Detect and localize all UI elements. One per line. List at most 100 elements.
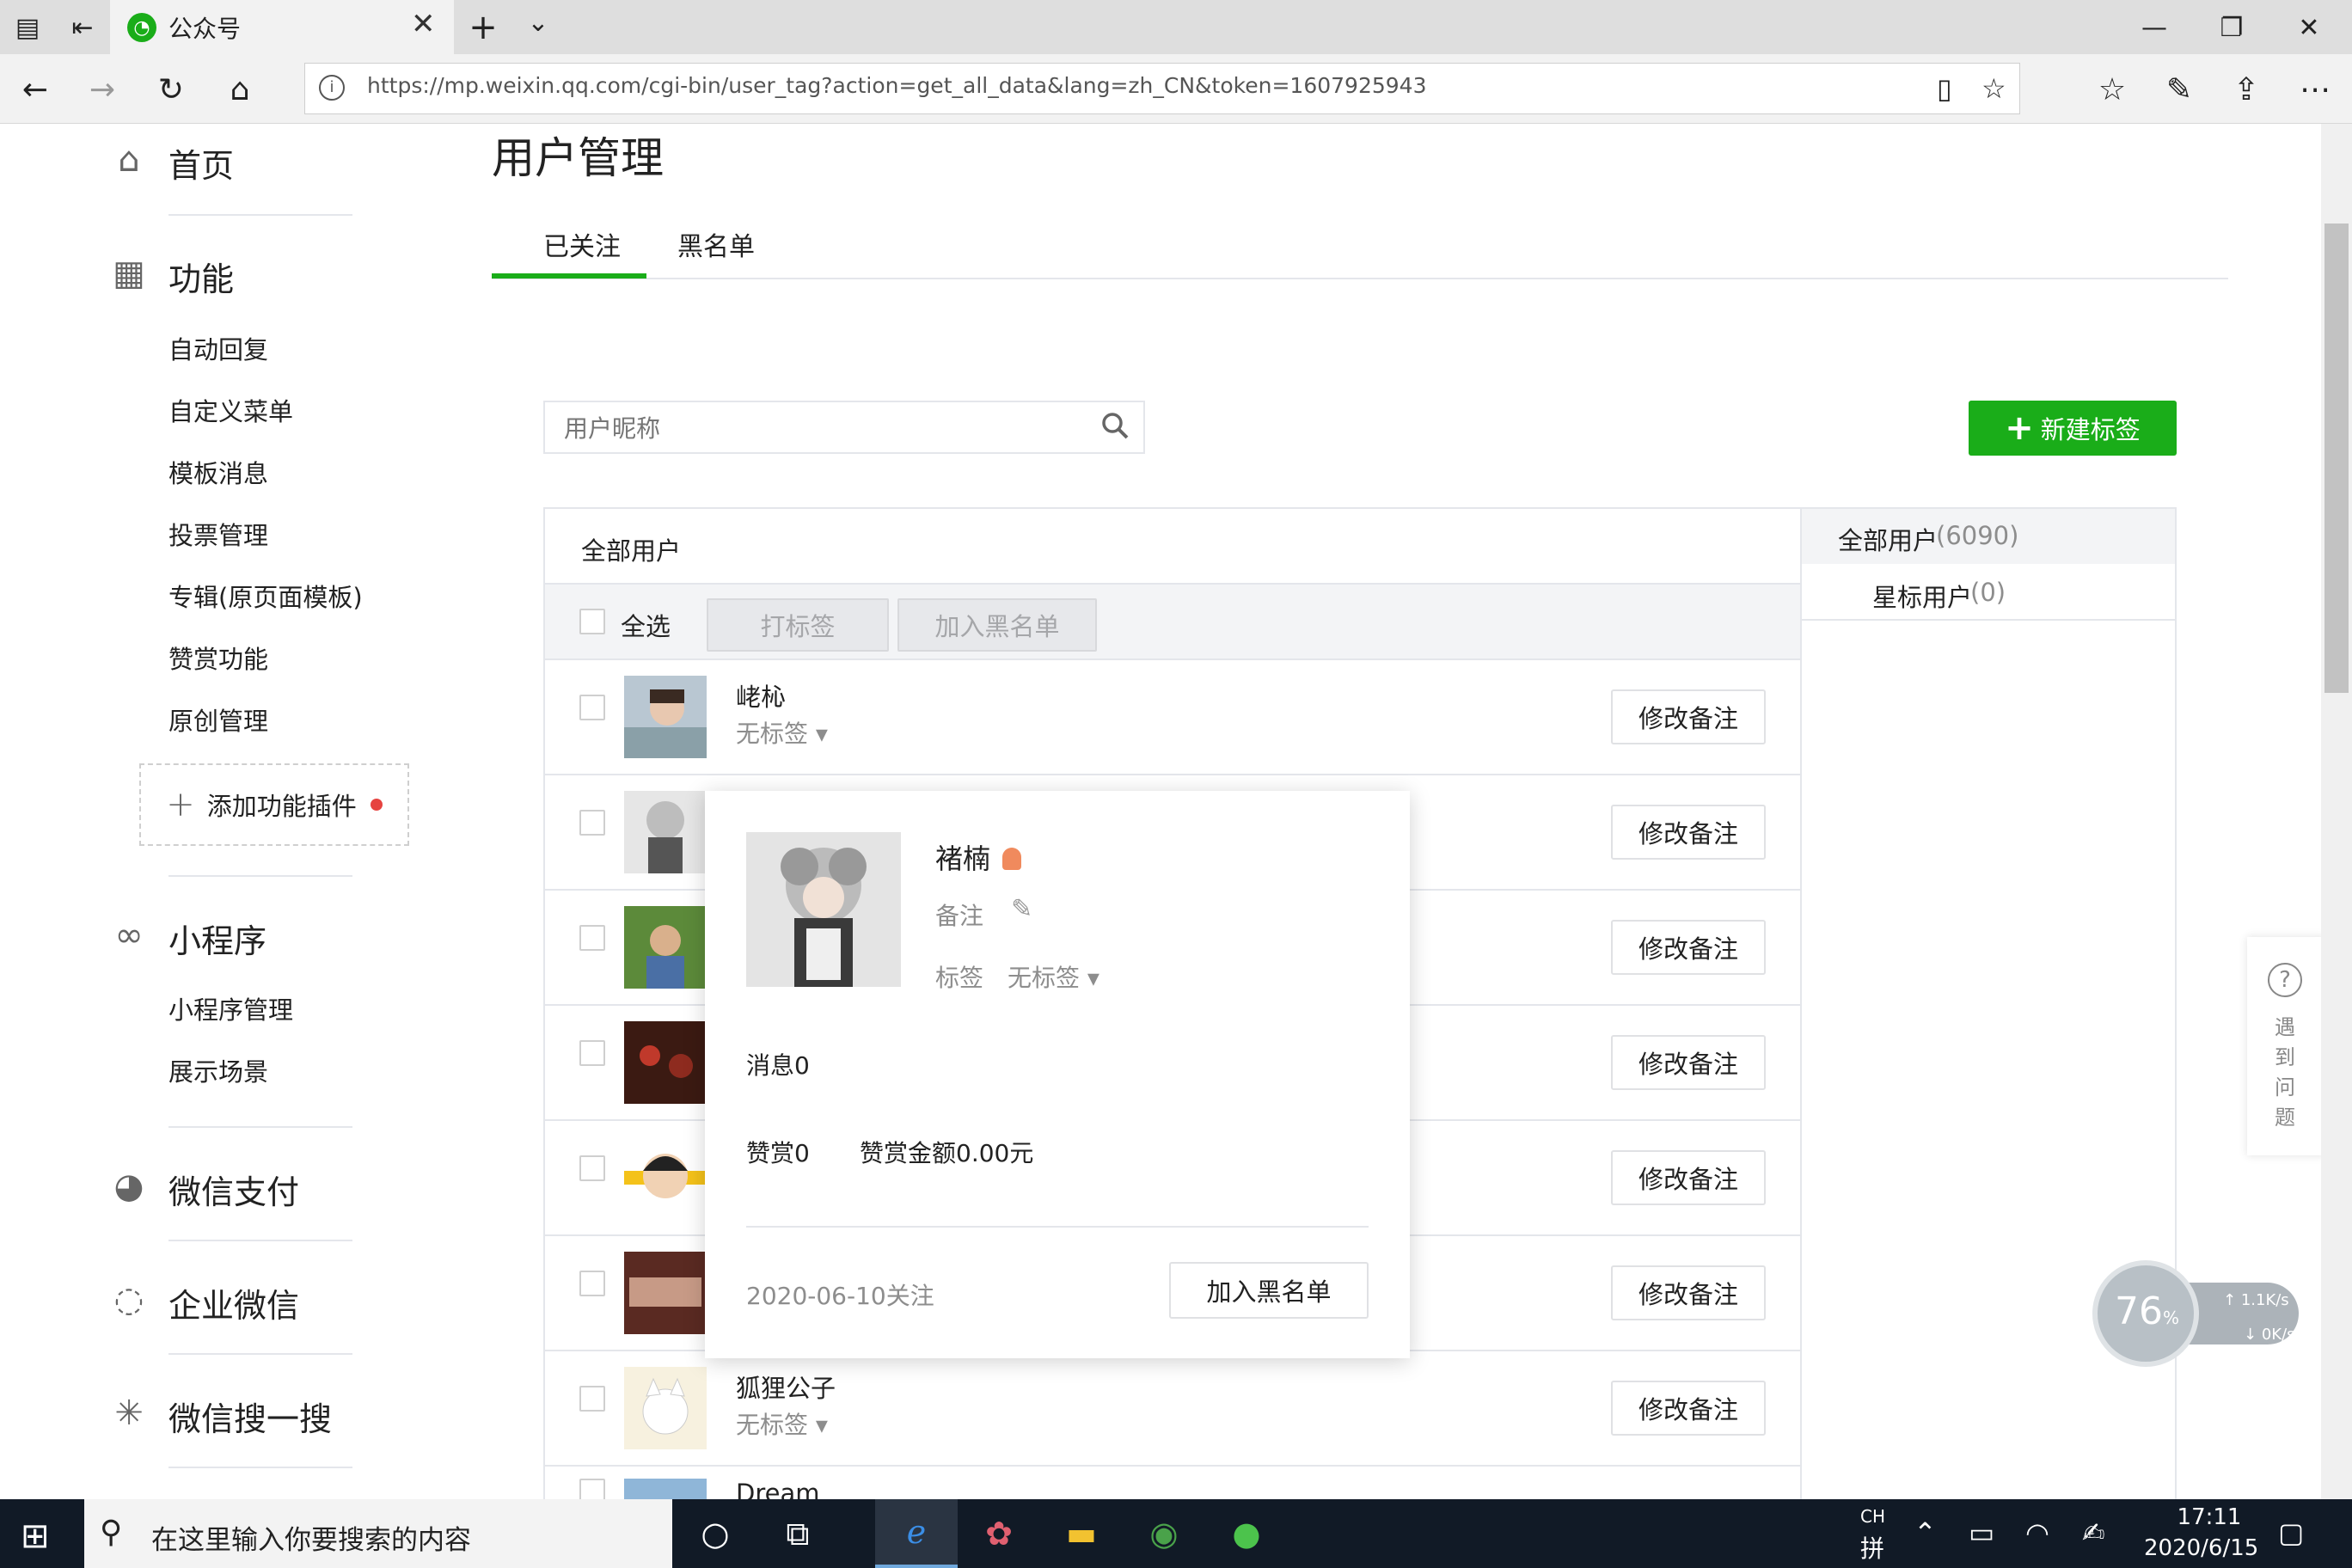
- favorites-icon[interactable]: ☆: [2091, 68, 2134, 111]
- ime-mode[interactable]: 拼: [1860, 1530, 1884, 1565]
- sidebar-home[interactable]: 首页: [168, 139, 234, 187]
- sidebar-wechat-search[interactable]: 微信搜一搜: [168, 1393, 332, 1440]
- chrome-icon[interactable]: ◉: [1123, 1499, 1205, 1568]
- forward-icon[interactable]: →: [81, 68, 124, 111]
- table-row[interactable]: 峔杺 无标签 ▾ 修改备注: [545, 660, 1800, 775]
- row-checkbox[interactable]: [579, 695, 605, 720]
- page-scrollbar[interactable]: [2321, 124, 2352, 1499]
- avatar[interactable]: [624, 1479, 707, 1501]
- tab-list-icon[interactable]: ⌄: [519, 3, 557, 41]
- new-tab-icon[interactable]: +: [464, 8, 502, 47]
- clock-time[interactable]: 17:11: [2166, 1504, 2252, 1530]
- sidebar-work-wechat[interactable]: 企业微信: [168, 1279, 299, 1326]
- reading-view-icon[interactable]: ▯: [1937, 72, 1952, 105]
- new-tag-button[interactable]: + 新建标签: [1969, 401, 2177, 456]
- sidebar-item-custom-menu[interactable]: 自定义菜单: [168, 392, 293, 428]
- more-icon[interactable]: ⋯: [2294, 68, 2337, 111]
- share-icon[interactable]: ⇪: [2225, 68, 2268, 111]
- row-checkbox[interactable]: [579, 1040, 605, 1066]
- sidebar-wechat-pay[interactable]: 微信支付: [168, 1166, 299, 1213]
- search-icon[interactable]: [1100, 411, 1130, 447]
- select-all-label[interactable]: 全选: [621, 607, 671, 643]
- edit-remark-button[interactable]: 修改备注: [1611, 1381, 1766, 1436]
- sidebar-mini-program[interactable]: 小程序: [168, 915, 266, 962]
- select-all-checkbox[interactable]: [579, 609, 605, 634]
- search-box[interactable]: [543, 401, 1145, 454]
- edit-remark-button[interactable]: 修改备注: [1611, 920, 1766, 975]
- row-checkbox[interactable]: [579, 810, 605, 836]
- notes-pen-icon[interactable]: ✎: [2158, 68, 2201, 111]
- tab-followed[interactable]: 已关注: [543, 225, 621, 263]
- wechat-icon[interactable]: ●: [1205, 1499, 1288, 1568]
- tab-actions-icon[interactable]: ▤: [9, 9, 46, 46]
- battery-icon[interactable]: ▭: [1969, 1516, 1994, 1549]
- file-explorer-icon[interactable]: ▬: [1040, 1499, 1123, 1568]
- favorite-star-icon[interactable]: ☆: [1981, 72, 2006, 105]
- site-info-icon[interactable]: i: [319, 75, 345, 101]
- sidebar-item-album[interactable]: 专辑(原页面模板): [168, 578, 363, 614]
- blacklist-button[interactable]: 加入黑名单: [897, 598, 1097, 652]
- sidebar-item-display-scene[interactable]: 展示场景: [168, 1052, 268, 1088]
- tag-button[interactable]: 打标签: [707, 598, 889, 652]
- add-plugin-button[interactable]: + 添加功能插件: [139, 763, 409, 846]
- edge-icon[interactable]: ℯ: [875, 1499, 958, 1568]
- restore-button[interactable]: ❐: [2213, 9, 2251, 46]
- notification-icon[interactable]: ▢: [2278, 1516, 2304, 1549]
- avatar[interactable]: [624, 676, 707, 758]
- tab-close-icon[interactable]: ✕: [411, 7, 436, 41]
- sidebar-item-auto-reply[interactable]: 自动回复: [168, 330, 268, 366]
- refresh-icon[interactable]: ↻: [150, 68, 193, 111]
- cortana-icon[interactable]: ○: [674, 1499, 756, 1568]
- edit-remark-button[interactable]: 修改备注: [1611, 1265, 1766, 1320]
- edit-remark-button[interactable]: 修改备注: [1611, 1150, 1766, 1205]
- popup-tag-dropdown[interactable]: 无标签 ▾: [1008, 959, 1099, 994]
- sidebar-features[interactable]: 功能: [168, 253, 234, 300]
- pen-icon[interactable]: ✍: [2082, 1516, 2105, 1549]
- paint-icon[interactable]: ✿: [958, 1499, 1040, 1568]
- sidebar-item-vote[interactable]: 投票管理: [168, 516, 268, 552]
- row-checkbox[interactable]: [579, 1271, 605, 1296]
- popup-blacklist-button[interactable]: 加入黑名单: [1169, 1262, 1369, 1319]
- browser-tab[interactable]: ◔ 公众号 ✕: [110, 0, 454, 54]
- tag-dropdown[interactable]: 无标签 ▾: [736, 1406, 828, 1441]
- scrollbar-thumb[interactable]: [2324, 224, 2349, 693]
- taskbar-search[interactable]: ⚲ 在这里输入你要搜索的内容: [84, 1499, 672, 1568]
- pencil-icon[interactable]: ✎: [1011, 894, 1032, 924]
- wifi-icon[interactable]: ◠: [2025, 1516, 2049, 1549]
- avatar[interactable]: [624, 1136, 707, 1219]
- home-nav-icon[interactable]: ⌂: [218, 68, 261, 111]
- task-view-icon[interactable]: ⧉: [756, 1499, 839, 1568]
- back-icon[interactable]: ←: [14, 68, 57, 111]
- sidebar-item-template-msg[interactable]: 模板消息: [168, 454, 268, 490]
- tag-star-users[interactable]: 星标用户 (0): [1802, 564, 2175, 621]
- edit-remark-button[interactable]: 修改备注: [1611, 1035, 1766, 1090]
- tray-expand-icon[interactable]: ⌃: [1914, 1516, 1937, 1549]
- window-close-button[interactable]: ✕: [2290, 9, 2328, 46]
- clock-date[interactable]: 2020/6/15: [2144, 1535, 2258, 1561]
- avatar[interactable]: [624, 1021, 707, 1104]
- avatar[interactable]: [624, 1252, 707, 1334]
- set-aside-tabs-icon[interactable]: ⇤: [64, 9, 101, 46]
- tag-dropdown[interactable]: 无标签 ▾: [736, 715, 828, 750]
- avatar[interactable]: [624, 791, 707, 873]
- help-tab[interactable]: ? 遇到问题: [2247, 937, 2324, 1155]
- minimize-button[interactable]: —: [2135, 9, 2173, 46]
- url-text[interactable]: https://mp.weixin.qq.com/cgi-bin/user_ta…: [367, 73, 1426, 98]
- table-row[interactable]: 狐狸公子 无标签 ▾ 修改备注: [545, 1351, 1800, 1467]
- edit-remark-button[interactable]: 修改备注: [1611, 805, 1766, 860]
- sidebar-item-mini-manage[interactable]: 小程序管理: [168, 990, 293, 1026]
- network-speed-widget[interactable]: 76% ↑ 1.1K/s ↓ 0K/s: [2092, 1260, 2299, 1367]
- edit-remark-button[interactable]: 修改备注: [1611, 689, 1766, 744]
- tab-blacklist[interactable]: 黑名单: [677, 225, 755, 263]
- sidebar-item-original[interactable]: 原创管理: [168, 701, 268, 738]
- url-field[interactable]: i https://mp.weixin.qq.com/cgi-bin/user_…: [304, 63, 2020, 114]
- table-row[interactable]: Dream: [545, 1467, 1800, 1501]
- row-checkbox[interactable]: [579, 1479, 605, 1501]
- windows-start-icon[interactable]: ⊞: [21, 1516, 50, 1556]
- avatar[interactable]: [624, 906, 707, 989]
- row-checkbox[interactable]: [579, 925, 605, 951]
- tag-all-users[interactable]: 全部用户 (6090): [1802, 509, 2175, 564]
- search-input[interactable]: [564, 414, 1063, 443]
- avatar[interactable]: [624, 1367, 707, 1449]
- sidebar-item-reward[interactable]: 赞赏功能: [168, 640, 268, 676]
